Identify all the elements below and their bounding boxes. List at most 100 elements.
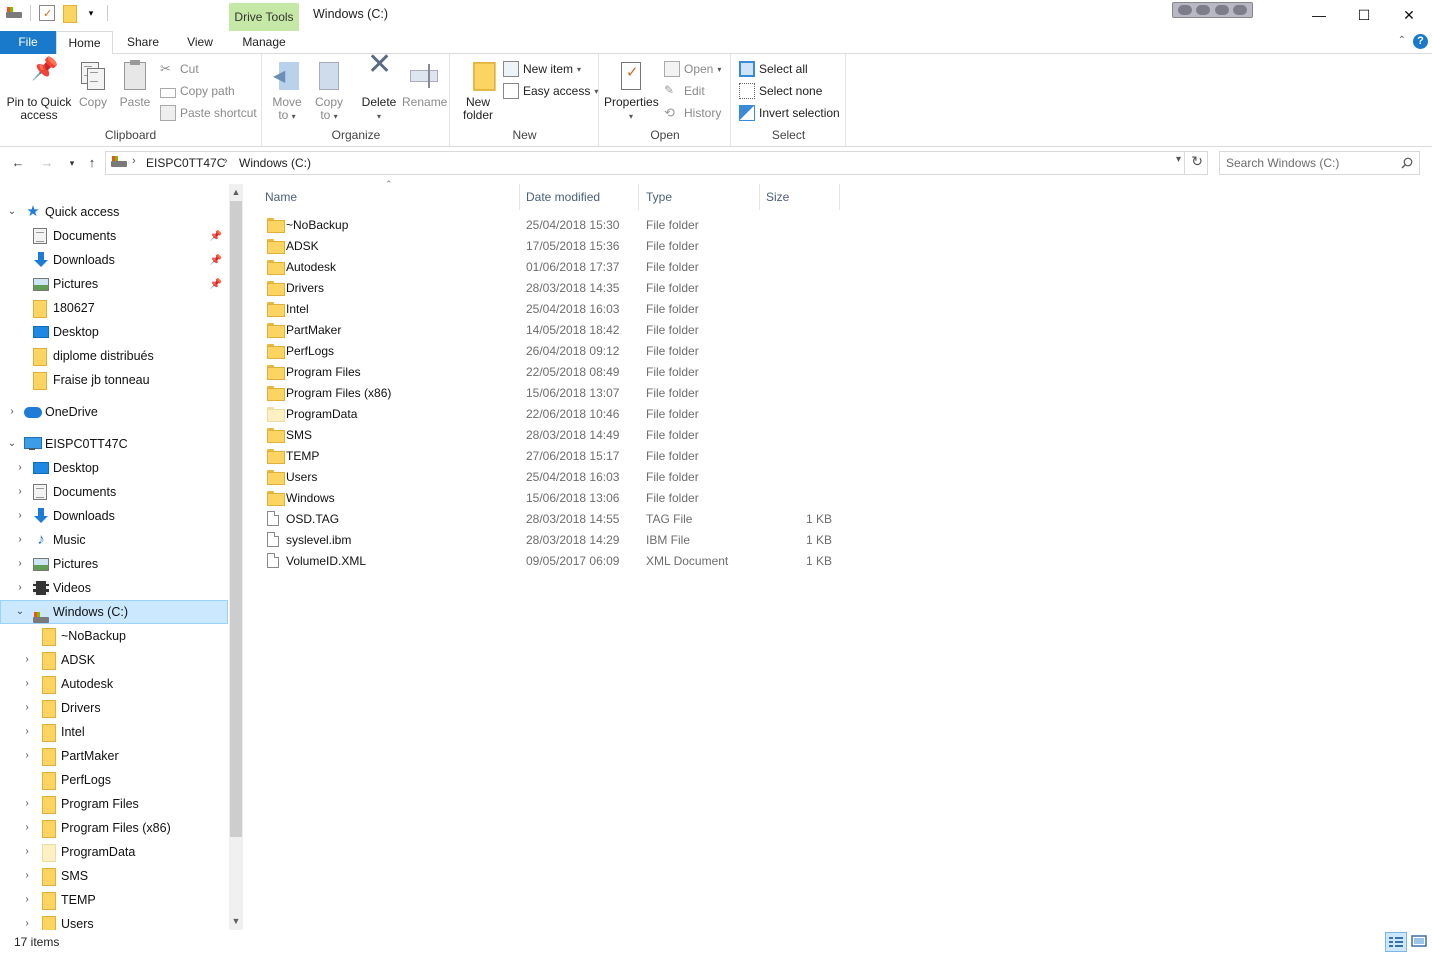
nav-quick-fraise[interactable]: Fraise jb tonneau bbox=[0, 368, 228, 392]
scroll-thumb[interactable] bbox=[230, 201, 242, 837]
search-input[interactable] bbox=[1226, 155, 1396, 171]
table-row[interactable]: Intel 25/04/2018 16:03 File folder bbox=[258, 299, 840, 320]
nav-quick-180627[interactable]: 180627 bbox=[0, 296, 228, 320]
chevron-down-icon[interactable]: ⌄ bbox=[6, 206, 18, 218]
scroll-down-arrow-icon[interactable]: ▼ bbox=[229, 913, 243, 930]
breadcrumb-drive[interactable]: Windows (C:) bbox=[239, 156, 311, 170]
column-header-name[interactable]: Name bbox=[258, 184, 520, 210]
nav-pc-music[interactable]: › ♪ Music bbox=[0, 528, 228, 552]
nav-quick-downloads[interactable]: Downloads 📌 bbox=[0, 248, 228, 272]
breadcrumb-separator-icon[interactable]: › bbox=[132, 155, 136, 167]
search-icon[interactable] bbox=[1401, 157, 1413, 172]
tab-home[interactable]: Home bbox=[56, 31, 113, 55]
copy-button[interactable]: Copy bbox=[76, 60, 110, 109]
chevron-right-icon[interactable]: › bbox=[14, 582, 26, 594]
back-arrow-icon[interactable]: ← bbox=[8, 153, 28, 173]
chevron-right-icon[interactable]: › bbox=[14, 534, 26, 546]
new-folder-button[interactable]: New folder bbox=[458, 60, 498, 122]
breadcrumb-separator-icon[interactable]: › bbox=[224, 155, 228, 167]
new-folder-qat-icon[interactable] bbox=[61, 5, 77, 23]
nav-c-partmaker[interactable]: › PartMaker bbox=[0, 744, 228, 768]
column-header-type[interactable]: Type bbox=[639, 184, 760, 210]
tab-view[interactable]: View bbox=[171, 31, 229, 54]
minimize-button[interactable]: — bbox=[1296, 0, 1342, 30]
delete-button[interactable]: ✕ Delete ▾ bbox=[359, 50, 399, 123]
table-row[interactable]: ADSK 17/05/2018 15:36 File folder bbox=[258, 236, 840, 257]
nav-quick-desktop[interactable]: Desktop bbox=[0, 320, 228, 344]
table-row[interactable]: PerfLogs 26/04/2018 09:12 File folder bbox=[258, 341, 840, 362]
refresh-icon[interactable]: ↻ bbox=[1191, 153, 1203, 170]
nav-quick-pictures[interactable]: Pictures 📌 bbox=[0, 272, 228, 296]
select-all-button[interactable]: Select all bbox=[739, 59, 808, 79]
chevron-right-icon[interactable]: › bbox=[21, 726, 33, 738]
scroll-up-arrow-icon[interactable]: ▲ bbox=[229, 184, 243, 201]
chevron-right-icon[interactable]: › bbox=[21, 918, 33, 930]
help-icon[interactable]: ? bbox=[1413, 34, 1428, 49]
table-row[interactable]: Program Files 22/05/2018 08:49 File folder bbox=[258, 362, 840, 383]
recent-locations-chevron-down-icon[interactable]: ▾ bbox=[62, 153, 82, 173]
table-row[interactable]: ProgramData 22/06/2018 10:46 File folder bbox=[258, 404, 840, 425]
nav-c-program-files-x86[interactable]: › Program Files (x86) bbox=[0, 816, 228, 840]
column-header-date[interactable]: Date modified bbox=[519, 184, 639, 210]
table-row[interactable]: Windows 15/06/2018 13:06 File folder bbox=[258, 488, 840, 509]
chevron-right-icon[interactable]: › bbox=[6, 406, 18, 418]
nav-c-program-files[interactable]: › Program Files bbox=[0, 792, 228, 816]
nav-quick-access[interactable]: ⌄ ★ Quick access bbox=[0, 200, 228, 224]
table-row[interactable]: Users 25/04/2018 16:03 File folder bbox=[258, 467, 840, 488]
search-box[interactable] bbox=[1219, 151, 1420, 175]
tab-manage[interactable]: Manage bbox=[229, 31, 299, 54]
nav-pc-documents[interactable]: › Documents bbox=[0, 480, 228, 504]
open-button[interactable]: Open ▾ bbox=[664, 59, 721, 79]
chevron-right-icon[interactable]: › bbox=[14, 462, 26, 474]
nav-quick-diplome[interactable]: diplome distribués bbox=[0, 344, 228, 368]
chevron-right-icon[interactable]: › bbox=[21, 870, 33, 882]
table-row[interactable]: syslevel.ibm 28/03/2018 14:29 IBM File 1 KB bbox=[258, 530, 840, 551]
customize-qat-dropdown-icon[interactable]: ▾ bbox=[83, 5, 99, 21]
nav-c-users[interactable]: › Users bbox=[0, 912, 228, 930]
nav-c-programdata[interactable]: › ProgramData bbox=[0, 840, 228, 864]
nav-c-perflogs[interactable]: PerfLogs bbox=[0, 768, 228, 792]
chevron-right-icon[interactable]: › bbox=[21, 654, 33, 666]
nav-pc-pictures[interactable]: › Pictures bbox=[0, 552, 228, 576]
chevron-right-icon[interactable]: › bbox=[21, 798, 33, 810]
table-row[interactable]: OSD.TAG 28/03/2018 14:55 TAG File 1 KB bbox=[258, 509, 840, 530]
tab-file[interactable]: File bbox=[0, 31, 56, 54]
chevron-down-icon[interactable]: ⌄ bbox=[6, 438, 18, 450]
details-view-icon[interactable] bbox=[1385, 932, 1407, 952]
nav-pc-videos[interactable]: › Videos bbox=[0, 576, 228, 600]
nav-scrollbar[interactable]: ▲ ▼ bbox=[229, 184, 243, 930]
table-row[interactable]: Autodesk 01/06/2018 17:37 File folder bbox=[258, 257, 840, 278]
nav-c-autodesk[interactable]: › Autodesk bbox=[0, 672, 228, 696]
table-row[interactable]: ~NoBackup 25/04/2018 15:30 File folder bbox=[258, 215, 840, 236]
chevron-right-icon[interactable]: › bbox=[21, 894, 33, 906]
copy-to-button[interactable]: Copy to ▾ bbox=[311, 60, 347, 123]
chevron-down-icon[interactable]: ⌄ bbox=[14, 606, 26, 618]
cut-button[interactable]: ✂ Cut bbox=[160, 59, 199, 79]
chevron-right-icon[interactable]: › bbox=[14, 486, 26, 498]
large-icons-view-icon[interactable] bbox=[1409, 932, 1429, 952]
select-none-button[interactable]: Select none bbox=[739, 81, 822, 101]
rename-button[interactable]: Rename bbox=[402, 60, 447, 109]
chevron-right-icon[interactable]: › bbox=[14, 510, 26, 522]
table-row[interactable]: TEMP 27/06/2018 15:17 File folder bbox=[258, 446, 840, 467]
chevron-right-icon[interactable]: › bbox=[21, 750, 33, 762]
address-dropdown-chevron-down-icon[interactable]: ▾ bbox=[1176, 154, 1181, 165]
breadcrumb-pc[interactable]: EISPC0TT47C bbox=[146, 156, 225, 170]
maximize-button[interactable]: ☐ bbox=[1341, 0, 1387, 30]
new-item-button[interactable]: New item ▾ bbox=[503, 59, 581, 79]
properties-button[interactable]: ✓ Properties ▾ bbox=[604, 60, 659, 123]
table-row[interactable]: PartMaker 14/05/2018 18:42 File folder bbox=[258, 320, 840, 341]
nav-this-pc[interactable]: ⌄ EISPC0TT47C bbox=[0, 432, 228, 456]
chevron-right-icon[interactable]: › bbox=[14, 558, 26, 570]
nav-c-drivers[interactable]: › Drivers bbox=[0, 696, 228, 720]
nav-onedrive[interactable]: › OneDrive bbox=[0, 400, 228, 424]
chevron-right-icon[interactable]: › bbox=[21, 678, 33, 690]
easy-access-button[interactable]: Easy access ▾ bbox=[503, 81, 598, 101]
properties-qat-icon[interactable]: ✓ bbox=[39, 5, 55, 21]
close-button[interactable]: ✕ bbox=[1386, 0, 1432, 30]
nav-c-adsk[interactable]: › ADSK bbox=[0, 648, 228, 672]
edit-button[interactable]: ✎ Edit bbox=[664, 81, 705, 101]
copy-path-button[interactable]: Copy path bbox=[160, 81, 235, 101]
chevron-right-icon[interactable]: › bbox=[21, 822, 33, 834]
chevron-right-icon[interactable]: › bbox=[21, 702, 33, 714]
